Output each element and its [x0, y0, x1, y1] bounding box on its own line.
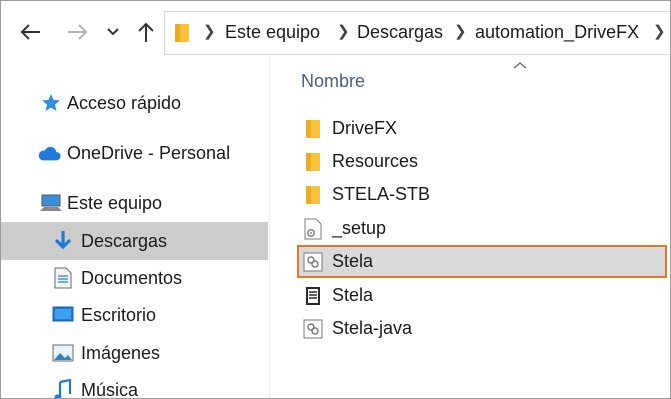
folder-icon — [173, 23, 191, 48]
music-icon — [51, 379, 75, 398]
folder-icon — [302, 118, 324, 140]
recent-locations-button[interactable] — [101, 15, 125, 49]
breadcrumb-item[interactable]: Descargas — [357, 22, 443, 43]
sort-ascending-icon[interactable] — [513, 57, 527, 75]
file-row-stela-java[interactable]: Stela-java — [298, 313, 666, 344]
nav-item-label: Documentos — [81, 267, 183, 288]
file-name: Stela-java — [332, 318, 413, 338]
file-name: DriveFX — [332, 118, 398, 138]
file-row-drivefx[interactable]: DriveFX — [298, 113, 666, 144]
forward-button[interactable] — [63, 15, 93, 49]
file-name: Resources — [332, 151, 419, 171]
file-list: Nombre DriveFX Resources STELA-STB _setu… — [270, 57, 670, 398]
breadcrumb-item[interactable]: Este equipo — [225, 22, 320, 43]
nav-item-label: Música — [81, 379, 139, 399]
navigation-pane: Acceso rápido OneDrive - Personal Este e… — [1, 57, 270, 399]
nav-item-downloads[interactable]: Descargas — [1, 222, 268, 260]
column-header-name[interactable]: Nombre — [301, 71, 365, 92]
nav-item-label: Acceso rápido — [67, 92, 182, 113]
nav-item-label: Escritorio — [81, 304, 157, 325]
navigation-bar: ❯ Este equipo ❯ Descargas ❯ automation_D… — [1, 1, 670, 57]
nav-item-label: Este equipo — [67, 192, 163, 213]
file-name: Stela — [332, 251, 374, 271]
up-button[interactable] — [133, 15, 159, 49]
folder-icon — [302, 184, 324, 206]
back-button[interactable] — [15, 15, 45, 49]
back-arrow-icon — [20, 24, 40, 40]
nav-item-onedrive[interactable]: OneDrive - Personal — [1, 134, 268, 172]
breadcrumb-item[interactable]: automation_DriveFX — [475, 22, 639, 43]
nav-item-desktop[interactable]: Escritorio — [1, 296, 268, 334]
star-icon — [39, 92, 63, 114]
file-row-stela-exe[interactable]: Stela — [298, 280, 666, 311]
file-name: STELA-STB — [332, 184, 431, 204]
address-bar[interactable]: ❯ Este equipo ❯ Descargas ❯ automation_D… — [164, 11, 670, 55]
settings-file-icon — [302, 218, 324, 240]
chevron-right-icon: ❯ — [203, 23, 216, 40]
executable-file-icon — [302, 285, 324, 307]
file-row-stela-stb[interactable]: STELA-STB — [298, 179, 666, 210]
file-row-setup[interactable]: _setup — [298, 213, 666, 244]
file-explorer-window: ❯ Este equipo ❯ Descargas ❯ automation_D… — [0, 0, 671, 399]
cloud-icon — [37, 142, 61, 164]
file-name: Stela — [332, 285, 374, 305]
nav-item-pictures[interactable]: Imágenes — [1, 334, 268, 372]
nav-item-quick-access[interactable]: Acceso rápido — [1, 84, 268, 122]
nav-item-music[interactable]: Música — [1, 371, 268, 399]
file-row-resources[interactable]: Resources — [298, 146, 666, 177]
nav-item-label: Imágenes — [81, 342, 161, 363]
chevron-right-icon[interactable]: ❯ — [653, 22, 666, 40]
chevron-right-icon[interactable]: ❯ — [454, 22, 467, 40]
file-row-stela-script-selected[interactable]: Stela — [297, 245, 667, 278]
nav-item-label: OneDrive - Personal — [67, 142, 231, 163]
script-file-icon — [302, 251, 324, 273]
nav-item-this-pc[interactable]: Este equipo — [1, 184, 268, 222]
file-name: _setup — [332, 218, 387, 238]
desktop-icon — [51, 304, 75, 326]
up-arrow-icon — [138, 22, 154, 42]
script-file-icon — [302, 318, 324, 340]
chevron-right-icon[interactable]: ❯ — [337, 22, 350, 40]
image-icon — [51, 342, 75, 364]
chevron-down-icon — [107, 28, 119, 36]
nav-item-documents[interactable]: Documentos — [1, 259, 268, 297]
document-icon — [51, 267, 75, 289]
computer-icon — [39, 192, 63, 214]
forward-arrow-icon — [68, 24, 88, 40]
download-icon — [51, 230, 75, 252]
nav-item-label: Descargas — [81, 230, 168, 251]
folder-icon — [302, 151, 324, 173]
